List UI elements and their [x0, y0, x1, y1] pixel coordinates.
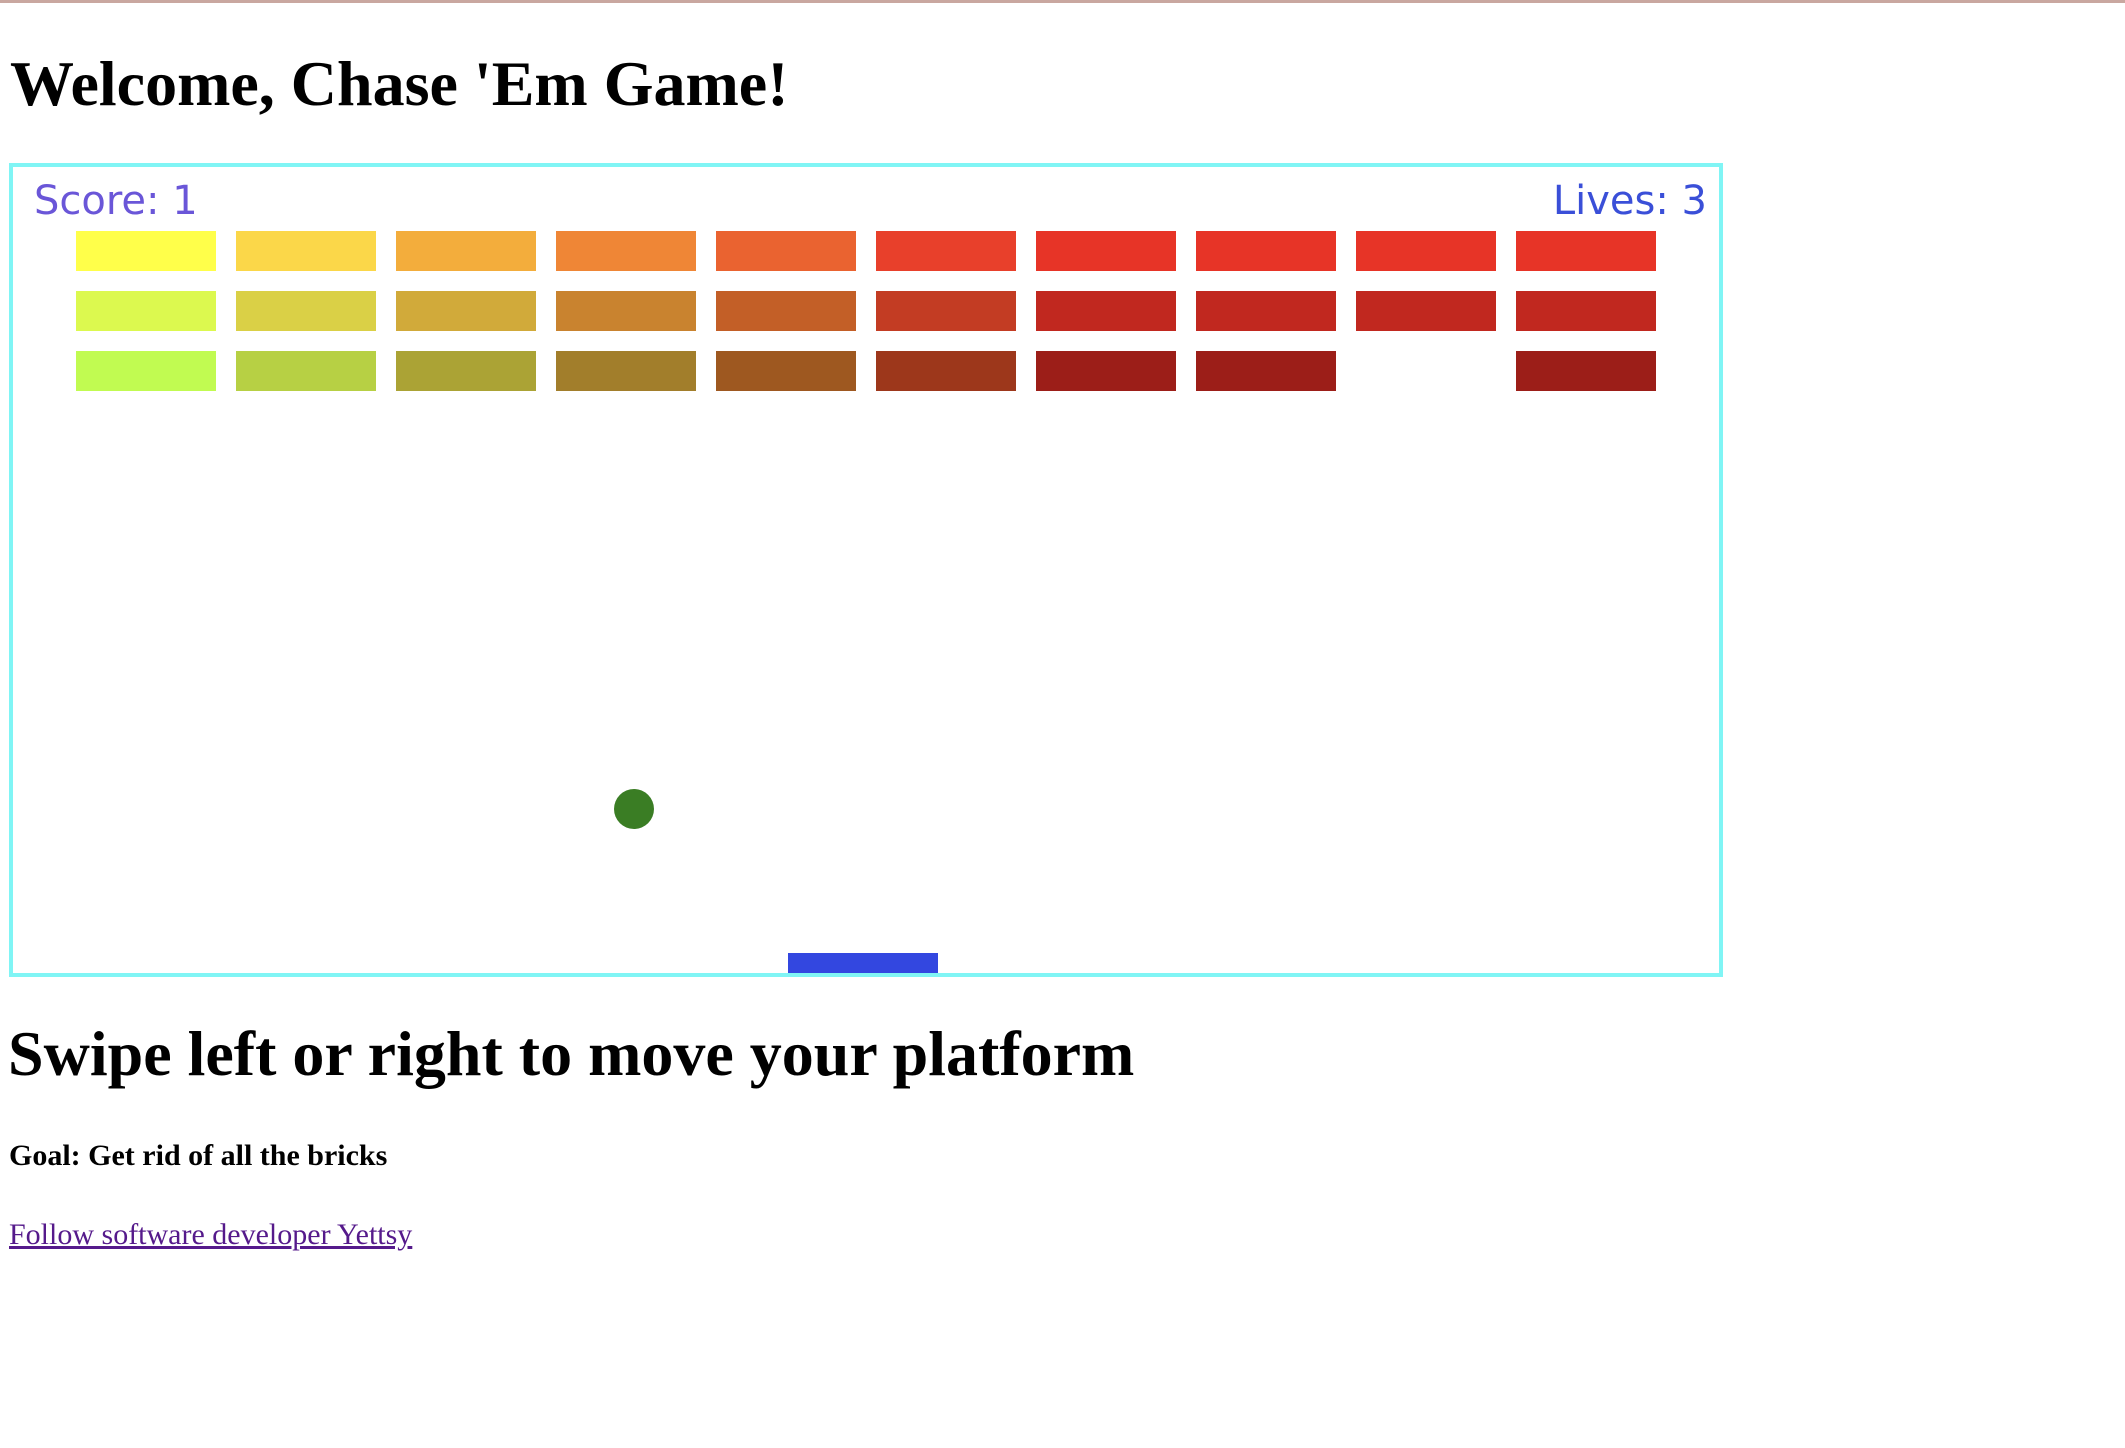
brick: [1196, 291, 1336, 331]
brick: [1196, 231, 1336, 271]
brick: [1196, 351, 1336, 391]
brick: [1036, 291, 1176, 331]
brick: [716, 291, 856, 331]
follow-developer-link[interactable]: Follow software developer Yettsy: [9, 1213, 412, 1257]
brick: [76, 291, 216, 331]
brick: [556, 351, 696, 391]
brick: [1036, 351, 1176, 391]
score-label: Score: 1: [34, 178, 198, 224]
brick: [556, 291, 696, 331]
paddle[interactable]: [788, 953, 938, 973]
brick: [396, 291, 536, 331]
brick: [396, 231, 536, 271]
brick: [1356, 231, 1496, 271]
brick: [1516, 231, 1656, 271]
brick: [876, 351, 1016, 391]
instructions-heading: Swipe left or right to move your platfor…: [8, 1018, 1135, 1089]
brick: [876, 291, 1016, 331]
brick: [1036, 231, 1176, 271]
brick: [236, 291, 376, 331]
brick: [1516, 351, 1656, 391]
brick: [236, 351, 376, 391]
game-canvas[interactable]: Score: 1 Lives: 3: [9, 163, 1723, 977]
brick: [236, 231, 376, 271]
brick: [556, 231, 696, 271]
top-rule: [0, 0, 2125, 3]
brick: [876, 231, 1016, 271]
brick: [1356, 291, 1496, 331]
brick: [1516, 291, 1656, 331]
page-title: Welcome, Chase 'Em Game!: [10, 48, 789, 119]
lives-label: Lives: 3: [1552, 178, 1707, 224]
brick: [76, 351, 216, 391]
brick: [396, 351, 536, 391]
brick: [716, 351, 856, 391]
brick: [76, 231, 216, 271]
brick: [716, 231, 856, 271]
ball: [614, 789, 654, 829]
goal-text: Goal: Get rid of all the bricks: [9, 1139, 388, 1172]
